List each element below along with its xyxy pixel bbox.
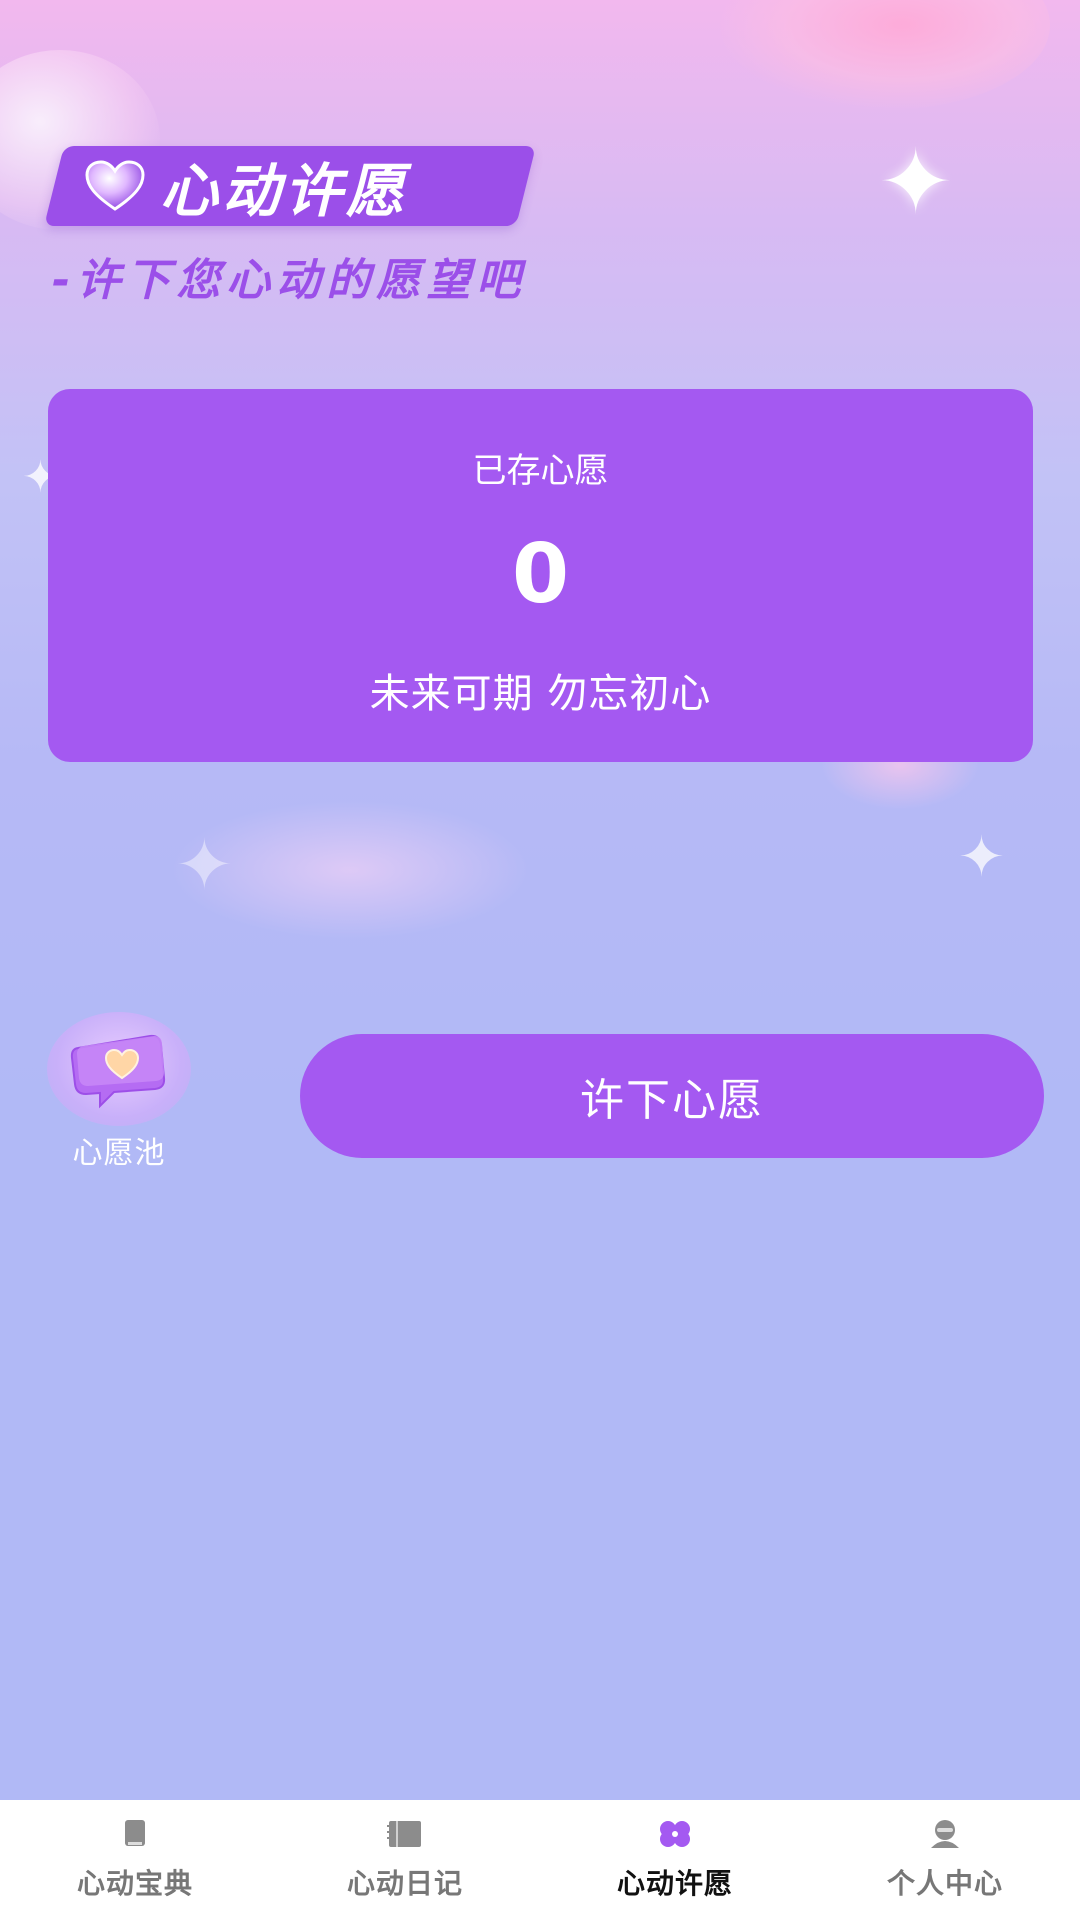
- saved-wishes-label: 已存心愿: [472, 451, 609, 491]
- nav-label: 心动日记: [346, 1867, 463, 1900]
- page-title: 心动许愿: [160, 157, 409, 225]
- nav-item-wish[interactable]: 心动许愿: [540, 1800, 810, 1920]
- sparkle-icon: ✦: [175, 824, 234, 906]
- bottom-nav: 心动宝典 心动日记 心动许愿 个人中心: [0, 1800, 1080, 1920]
- background-heart-blob: [720, 0, 1050, 110]
- saved-wishes-count: 0: [511, 527, 570, 622]
- make-wish-button[interactable]: 许下心愿: [300, 1034, 1044, 1158]
- page-subtitle: -许下您心动的愿望吧: [52, 255, 527, 306]
- wish-stats-card: 已存心愿 0 未来可期 勿忘初心: [48, 389, 1033, 762]
- nav-item-diary[interactable]: 心动日记: [270, 1800, 540, 1920]
- nav-label: 心动宝典: [76, 1867, 193, 1900]
- sparkle-icon: ✦: [958, 825, 1005, 890]
- nav-label: 心动许愿: [616, 1867, 733, 1900]
- nav-label: 个人中心: [886, 1867, 1003, 1900]
- nav-item-handbook[interactable]: 心动宝典: [0, 1800, 270, 1920]
- card-slogan: 未来可期 勿忘初心: [369, 671, 712, 717]
- sparkle-icon: ✦: [878, 130, 954, 235]
- book-icon: [113, 1816, 157, 1852]
- page-header: 心动许愿: [84, 146, 408, 226]
- clover-icon: [653, 1816, 697, 1852]
- person-icon: [923, 1816, 967, 1852]
- nav-item-profile[interactable]: 个人中心: [810, 1800, 1080, 1920]
- heart-chat-bubble-icon[interactable]: [47, 1012, 191, 1126]
- notebook-icon: [383, 1816, 427, 1852]
- heart-icon: [84, 159, 146, 213]
- wish-pool-button[interactable]: 心愿池: [46, 1012, 192, 1172]
- wish-pool-label: 心愿池: [72, 1136, 166, 1171]
